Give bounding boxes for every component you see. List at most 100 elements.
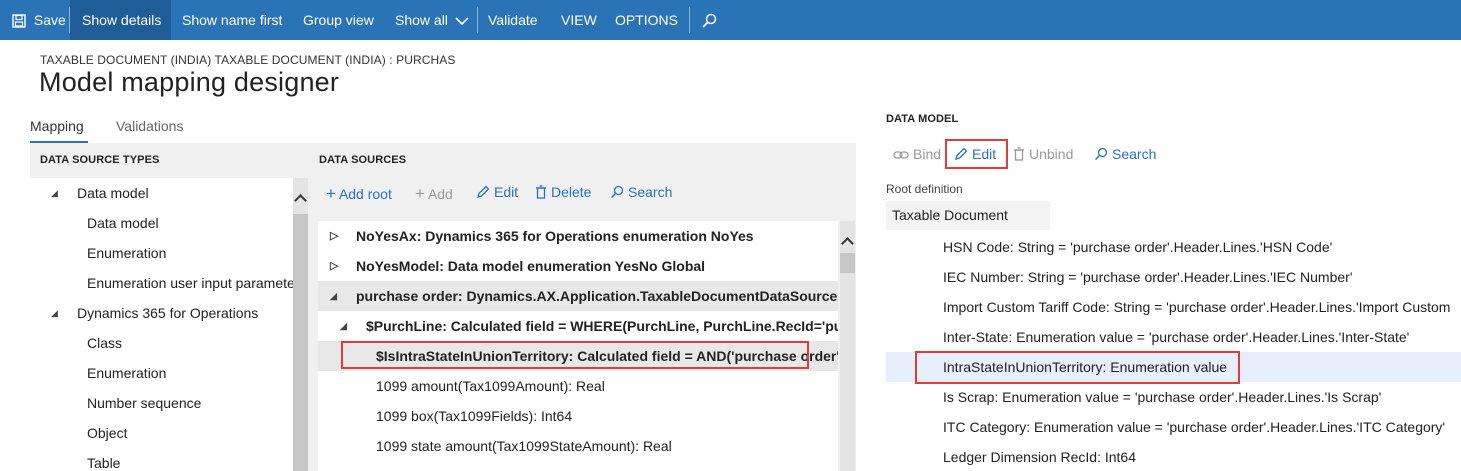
options-menu[interactable]: OPTIONS (615, 0, 678, 40)
expand-triangle-icon[interactable]: ▷ (330, 221, 338, 251)
tree-item-label: NoYesModel: Data model enumeration YesNo… (356, 258, 706, 274)
tree-item[interactable]: ◢ purchase order: Dynamics.AX.Applicatio… (318, 281, 838, 311)
list-item[interactable]: Object (30, 418, 293, 448)
search-icon (1094, 147, 1108, 161)
show-all-label: Show all (395, 12, 448, 28)
data-model-heading: DATA MODEL (886, 113, 959, 125)
toolbar-divider (689, 7, 690, 33)
tab-validations[interactable]: Validations (116, 118, 183, 134)
expand-triangle-icon[interactable]: ▷ (346, 461, 354, 471)
data-model-item[interactable]: IEC Number: String = 'purchase order'.He… (886, 262, 1461, 292)
toolbar-divider (477, 7, 478, 33)
tree-item[interactable]: ◢ $PurchLine: Calculated field = WHERE(P… (318, 311, 838, 341)
edit-button[interactable]: Edit (476, 184, 518, 200)
tree-item-label: purchase order: Dynamics.AX.Application.… (356, 288, 838, 304)
data-model-item[interactable]: Ledger Dimension RecId: Int64 (886, 442, 1461, 471)
edit-label: Edit (494, 184, 519, 200)
tab-mapping[interactable]: Mapping (30, 118, 84, 134)
scrollbar-thumb[interactable] (840, 253, 855, 273)
chevron-up-icon[interactable] (841, 237, 854, 250)
show-all-dropdown[interactable]: Show all (395, 0, 469, 40)
show-name-first-button[interactable]: Show name first (182, 0, 282, 40)
bind-button[interactable]: Bind (893, 146, 941, 162)
data-model-item[interactable]: ITC Category: Enumeration value = 'purch… (886, 412, 1461, 442)
highlight-box (915, 351, 1240, 384)
pencil-icon (476, 185, 490, 199)
search-button[interactable]: Search (1094, 146, 1156, 162)
tree-item[interactable]: 1099 amount(Tax1099Amount): Real (318, 371, 838, 401)
data-model-item[interactable]: HSN Code: String = 'purchase order'.Head… (886, 232, 1461, 262)
collapse-triangle-icon[interactable]: ◢ (51, 178, 58, 208)
search-icon (701, 13, 717, 29)
search-button[interactable]: Search (610, 184, 672, 200)
view-menu[interactable]: VIEW (561, 0, 597, 40)
list-item-label: Table (87, 455, 121, 471)
chevron-down-icon (455, 16, 469, 26)
data-model-item-label: IEC Number: String = 'purchase order'.He… (943, 269, 1353, 285)
scrollbar[interactable] (293, 178, 308, 471)
trash-icon (535, 185, 547, 199)
collapse-triangle-icon[interactable]: ◢ (330, 281, 337, 311)
tree-item[interactable]: ▷ NoYesModel: Data model enumeration Yes… (318, 251, 838, 281)
tree-item-label: 1099 state amount(Tax1099StateAmount): R… (376, 438, 672, 454)
list-item[interactable]: Enumeration (30, 358, 293, 388)
plus-icon: + (326, 184, 336, 203)
unbind-label: Unbind (1029, 146, 1074, 162)
save-button[interactable]: Save (12, 0, 66, 40)
data-model-item-label: Ledger Dimension RecId: Int64 (943, 449, 1136, 465)
collapse-triangle-icon[interactable]: ◢ (340, 311, 347, 341)
tree-item[interactable]: ▷ (318, 461, 838, 471)
tree-item-label: 1099 amount(Tax1099Amount): Real (376, 378, 605, 394)
data-sources-heading: DATA SOURCES (319, 154, 407, 166)
page-title: Model mapping designer (39, 67, 340, 97)
root-definition-value[interactable]: Taxable Document (886, 201, 1050, 230)
root-definition-label: Root definition (886, 182, 963, 196)
search-icon (610, 185, 624, 199)
link-icon (893, 149, 909, 161)
tree-item[interactable]: 1099 state amount(Tax1099StateAmount): R… (318, 431, 838, 461)
data-source-types-list: ◢ Data model Data model Enumeration Enum… (30, 178, 293, 471)
delete-label: Delete (551, 184, 592, 200)
data-model-item-label: ITC Category: Enumeration value = 'purch… (943, 419, 1446, 435)
add-button[interactable]: + Add (415, 184, 453, 204)
collapse-triangle-icon[interactable]: ◢ (51, 298, 58, 328)
list-item[interactable]: ◢ Dynamics 365 for Operations (30, 298, 293, 328)
search-button[interactable] (701, 0, 717, 40)
add-root-button[interactable]: + Add root (326, 184, 392, 204)
validate-button[interactable]: Validate (488, 0, 538, 40)
delete-button[interactable]: Delete (535, 184, 591, 200)
list-item-label: Enumeration (87, 245, 167, 261)
data-source-types-heading: DATA SOURCE TYPES (40, 154, 160, 166)
list-item[interactable]: Enumeration (30, 238, 293, 268)
tree-item-label: 1099 box(Tax1099Fields): Int64 (376, 408, 573, 424)
list-item[interactable]: Number sequence (30, 388, 293, 418)
tree-item[interactable]: 1099 box(Tax1099Fields): Int64 (318, 401, 838, 431)
data-model-item-label: Inter-State: Enumeration value = 'purcha… (943, 329, 1410, 345)
list-item-label: Number sequence (87, 395, 202, 411)
chevron-up-icon[interactable] (294, 194, 307, 207)
tree-item[interactable]: ▷ NoYesAx: Dynamics 365 for Operations e… (318, 221, 838, 251)
list-item[interactable]: Class (30, 328, 293, 358)
plus-icon: + (415, 184, 425, 203)
scrollbar-thumb[interactable] (293, 214, 308, 471)
data-model-item[interactable]: Import Custom Tariff Code: String = 'pur… (886, 292, 1461, 322)
list-item[interactable]: Enumeration user input paramete (30, 268, 293, 298)
list-item[interactable]: Data model (30, 208, 293, 238)
data-model-item[interactable]: Inter-State: Enumeration value = 'purcha… (886, 322, 1461, 352)
scrollbar[interactable] (840, 221, 855, 471)
save-icon (12, 14, 26, 28)
highlight-box (945, 139, 1008, 169)
expand-triangle-icon[interactable]: ▷ (330, 251, 338, 281)
list-item-label: Data model (87, 215, 159, 231)
group-view-button[interactable]: Group view (303, 0, 374, 40)
list-item-label: Enumeration (87, 365, 167, 381)
data-model-item[interactable]: Is Scrap: Enumeration value = 'purchase … (886, 382, 1461, 412)
add-label: Add (427, 186, 453, 202)
list-item[interactable]: Table (30, 448, 293, 471)
unbind-button[interactable]: Unbind (1013, 146, 1073, 162)
highlight-box (341, 341, 809, 369)
tree-item-label: $PurchLine: Calculated field = WHERE(Pur… (366, 318, 838, 334)
list-item[interactable]: ◢ Data model (30, 178, 293, 208)
list-item-label: Dynamics 365 for Operations (77, 305, 259, 321)
show-details-button[interactable]: Show details (70, 0, 171, 40)
